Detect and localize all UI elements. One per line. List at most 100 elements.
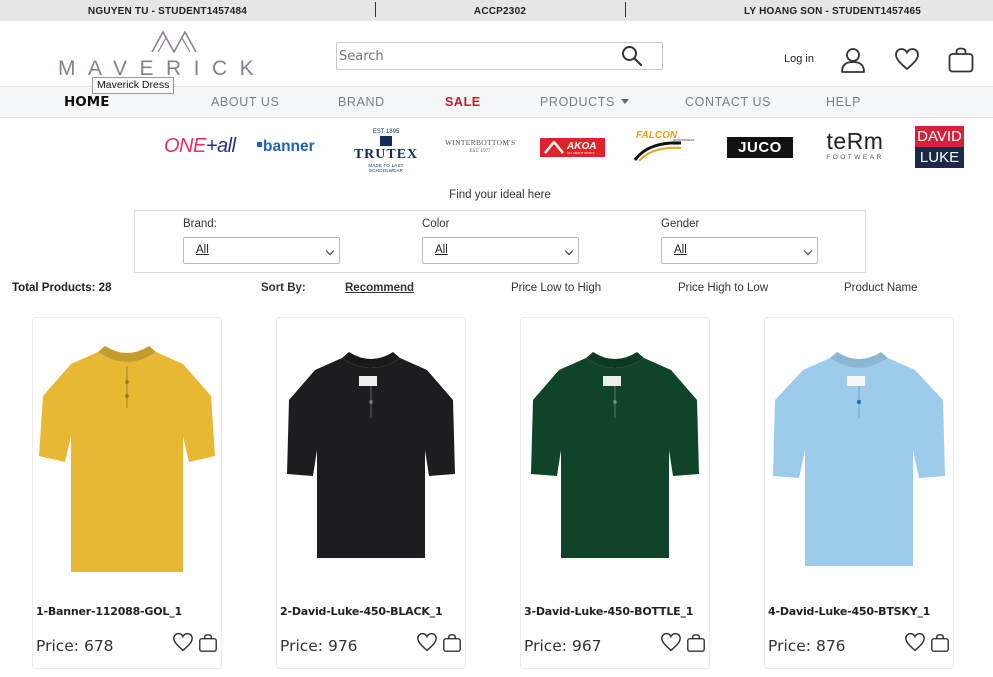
brand-oneall-logo[interactable]: ONE+all (164, 135, 236, 158)
shirt-label (359, 376, 377, 386)
sort-price-low-high[interactable]: Price Low to High (511, 282, 601, 294)
sort-bar: Total Products: 28 Sort By: Recommend Pr… (0, 282, 993, 298)
user-icon[interactable] (839, 46, 867, 74)
davidluke-line2: LUKE (919, 149, 960, 166)
term-text: teRm (826, 128, 884, 154)
chevron-down-icon (564, 246, 574, 256)
product-price: Price: 678 (36, 637, 114, 655)
filter-heading: Find your ideal here (449, 189, 551, 201)
product-name[interactable]: 3-David-Luke-450-BOTTLE_1 (524, 605, 693, 618)
sort-by-label: Sort By: (261, 282, 306, 294)
student-right: LY HOANG SON - STUDENT1457465 (744, 6, 921, 17)
color-filter-label: Color (422, 218, 450, 230)
product-image[interactable] (765, 326, 953, 588)
product-price: Price: 976 (280, 637, 358, 655)
cart-bag-icon[interactable] (686, 633, 706, 653)
brand-davidluke-logo[interactable]: DAVID LUKE (915, 126, 964, 168)
top-info-bar: NGUYEN TU - STUDENT1457484 ACCP2302 LY H… (0, 0, 993, 21)
cart-bag-icon[interactable] (930, 633, 950, 653)
heart-icon[interactable] (894, 47, 920, 71)
brand-juco-logo[interactable]: JUCO (727, 137, 793, 158)
trutex-crest-icon (380, 136, 392, 146)
color-select-value: All (435, 244, 448, 256)
nav-about-us[interactable]: ABOUT US (211, 87, 279, 117)
shirt-label (603, 376, 621, 386)
falcon-swoosh-icon (633, 141, 682, 162)
davidluke-line1: DAVID (915, 126, 964, 147)
chevron-down-icon (620, 99, 629, 104)
term-tagline: FOOTWEAR (826, 154, 884, 161)
search-input[interactable] (337, 43, 607, 69)
product-image[interactable] (277, 326, 465, 588)
gender-select-value: All (674, 244, 687, 256)
brand-select[interactable]: All (183, 237, 340, 264)
student-left: NGUYEN TU - STUDENT1457484 (87, 6, 248, 17)
sort-product-name[interactable]: Product Name (844, 282, 918, 294)
cart-bag-icon[interactable] (947, 46, 975, 74)
sort-recommend[interactable]: Recommend (345, 282, 414, 294)
brand-winterbottoms-logo[interactable]: WINTERBOTTOM'S EST. 1977 (445, 138, 515, 154)
logo-mark-icon[interactable] (150, 29, 198, 53)
heart-icon[interactable] (416, 632, 438, 652)
class-code: ACCP2302 (473, 6, 527, 17)
color-filter: Color All (422, 218, 579, 264)
heart-icon[interactable] (172, 632, 194, 652)
nav-products-label: PRODUCTS (540, 95, 615, 109)
nav-contact-us[interactable]: CONTACT US (685, 87, 771, 117)
logo-tooltip: Maverick Dress (92, 77, 175, 94)
shirt-label (847, 376, 865, 386)
nav-sale[interactable]: SALE (445, 87, 481, 117)
winterbottoms-text: WINTERBOTTOM'S (445, 138, 516, 147)
gender-filter: Gender All (661, 218, 818, 264)
filter-panel: Brand: All Color All Gender All (134, 210, 866, 273)
product-price: Price: 876 (768, 637, 846, 655)
brand-falcon-logo[interactable]: FALCON SPORTSWEAR LTD (633, 130, 699, 162)
trutex-text: TRUTEX (353, 147, 419, 162)
chevron-down-icon (325, 246, 335, 256)
search-icon[interactable] (621, 45, 643, 67)
product-name[interactable]: 4-David-Luke-450-BTSKY_1 (768, 605, 930, 618)
product-name[interactable]: 1-Banner-112088-GOL_1 (36, 605, 182, 618)
brand-strip: ONE+all banner EST 1895 TRUTEX MADE TO L… (0, 122, 993, 173)
brand-select-value: All (196, 244, 209, 256)
total-products: Total Products: 28 (12, 282, 112, 294)
brand-term-logo[interactable]: teRm FOOTWEAR (821, 128, 889, 161)
gender-filter-label: Gender (661, 218, 700, 230)
search-box (336, 42, 663, 70)
nav-brand[interactable]: BRAND (338, 87, 385, 117)
akoa-mark-icon (544, 141, 564, 154)
trutex-est: EST 1895 (372, 129, 400, 135)
product-image[interactable] (33, 326, 221, 588)
brand-trutex-logo[interactable]: EST 1895 TRUTEX MADE TO LAST SCHOOLWEAR (352, 129, 420, 173)
nav-help[interactable]: HELP (826, 87, 861, 117)
product-name[interactable]: 2-David-Luke-450-BLACK_1 (280, 605, 443, 618)
product-card[interactable]: 4-David-Luke-450-BTSKY_1 Price: 876 (764, 317, 954, 669)
brand-oneall-part1: ONE (164, 135, 206, 157)
banner-square (257, 142, 262, 147)
cart-bag-icon[interactable] (198, 633, 218, 653)
cart-bag-icon[interactable] (442, 633, 462, 653)
color-select[interactable]: All (422, 237, 579, 264)
trutex-tagline: MADE TO LAST SCHOOLWEAR (368, 163, 404, 173)
product-card[interactable]: 3-David-Luke-450-BOTTLE_1 Price: 967 (520, 317, 710, 669)
heart-icon[interactable] (904, 632, 926, 652)
brand-banner-text: banner (263, 138, 315, 155)
login-link[interactable]: Log in (784, 53, 814, 65)
brand-filter: Brand: All (183, 218, 340, 264)
akoa-tagline: ALL ABOUT SPORT (567, 151, 595, 155)
nav-products[interactable]: PRODUCTS (540, 87, 629, 117)
winterbottoms-est: EST. 1977 (469, 149, 491, 154)
product-image[interactable] (521, 326, 709, 588)
sort-price-high-low[interactable]: Price High to Low (678, 282, 768, 294)
brand-filter-label: Brand: (183, 218, 217, 230)
brand-akoa-logo[interactable]: AKOA ALL ABOUT SPORT (540, 138, 605, 157)
divider (625, 2, 626, 17)
product-price: Price: 967 (524, 637, 602, 655)
product-card[interactable]: 2-David-Luke-450-BLACK_1 Price: 976 (276, 317, 466, 669)
heart-icon[interactable] (660, 632, 682, 652)
brand-banner-logo[interactable]: banner (257, 138, 315, 156)
brand-oneall-part2: +all (205, 135, 236, 157)
product-card[interactable]: 1-Banner-112088-GOL_1 Price: 678 (32, 317, 222, 669)
gender-select[interactable]: All (661, 237, 818, 264)
chevron-down-icon (803, 246, 813, 256)
